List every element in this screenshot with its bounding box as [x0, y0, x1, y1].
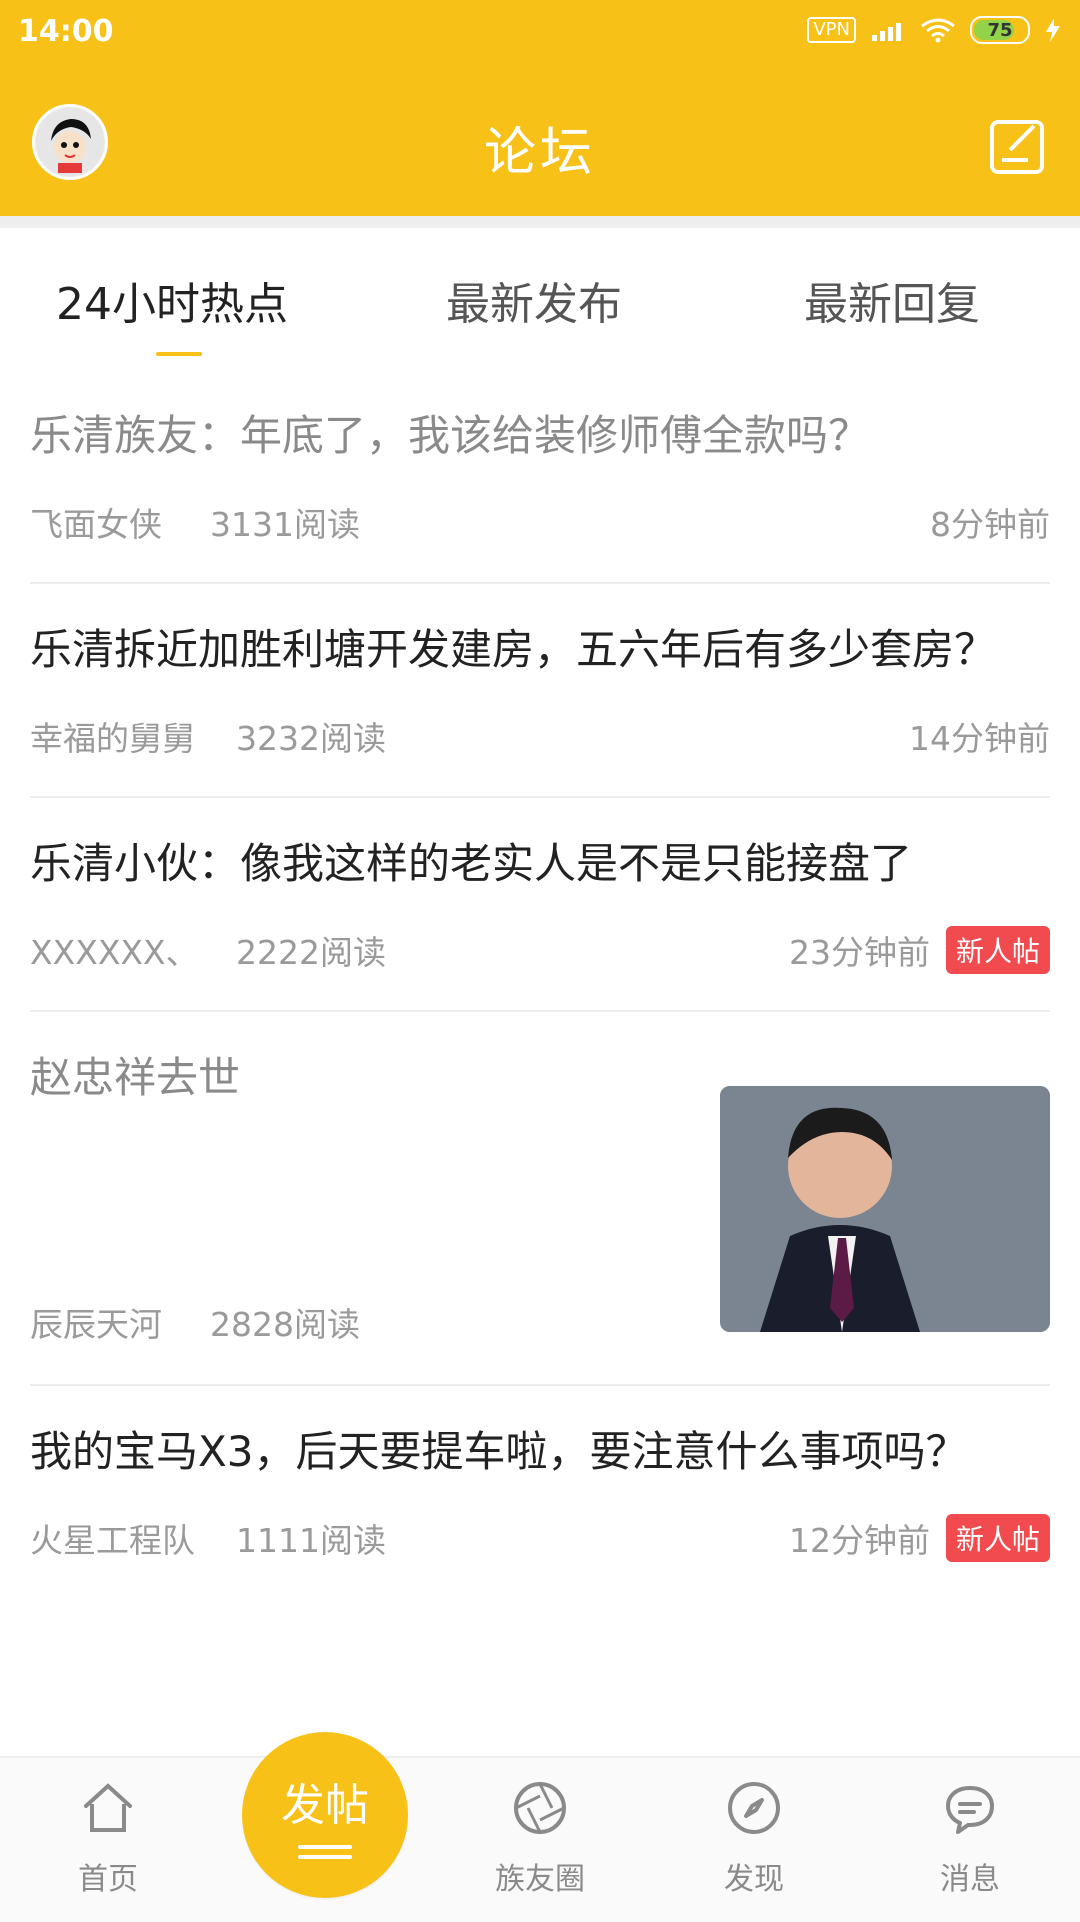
post-fab-label: 发帖 — [281, 1780, 369, 1831]
feed-tabs: 24小时热点 最新发布 最新回复 — [0, 228, 1080, 358]
nav-messages[interactable]: 消息 — [910, 1776, 1030, 1898]
wifi-icon — [921, 18, 955, 43]
post-time: 12分钟前 — [788, 1521, 930, 1560]
post-meta-right: 23分钟前 新人帖 — [789, 926, 1050, 974]
active-tab-indicator — [156, 352, 202, 356]
post-meta-right: 14分钟前 — [909, 712, 1050, 760]
divider — [30, 1384, 1050, 1386]
chat-icon — [946, 1786, 994, 1834]
post-time: 8分钟前 — [930, 505, 1050, 544]
nav-discover-label: 发现 — [724, 1862, 784, 1897]
post-title: 乐清小伙：像我这样的老实人是不是只能接盘了 — [30, 839, 913, 888]
post-reads: 1111阅读 — [236, 1521, 386, 1560]
post-title: 乐清拆近加胜利塘开发建房，五六年后有多少套房？ — [30, 625, 997, 674]
post-title: 我的宝马X3，后天要提车啦，要注意什么事项吗？ — [30, 1427, 968, 1476]
status-time: 14:00 — [18, 14, 114, 49]
post-meta: 辰辰天河 2828阅读 — [30, 1290, 650, 1346]
nav-home[interactable]: 首页 — [48, 1776, 168, 1898]
post-meta: XXXXXX、 2222阅读 23分钟前 新人帖 — [30, 918, 1050, 974]
post-time: 23分钟前 — [788, 933, 930, 972]
nav-messages-label: 消息 — [940, 1862, 1000, 1897]
post-fab-button[interactable]: 发帖 — [242, 1732, 408, 1898]
status-bar: 14:00 VPN 75 — [0, 0, 1080, 72]
battery-icon: 75 — [970, 16, 1030, 44]
post-item[interactable]: 乐清小伙：像我这样的老实人是不是只能接盘了 XXXXXX、 2222阅读 23分… — [0, 834, 1080, 1012]
divider — [30, 796, 1050, 798]
vpn-indicator: VPN — [807, 17, 856, 43]
post-item[interactable]: 赵忠祥去世 辰辰天河 2828阅读 — [0, 1048, 1080, 1386]
portrait-image-icon — [720, 1086, 1050, 1332]
post-author: 幸福的舅舅 — [30, 719, 195, 758]
nav-home-label: 首页 — [78, 1862, 138, 1897]
post-time: 14分钟前 — [909, 719, 1050, 758]
post-reads: 2828阅读 — [210, 1305, 360, 1344]
post-reads: 3232阅读 — [236, 719, 386, 758]
battery-level: 75 — [987, 19, 1013, 41]
home-icon — [84, 1783, 132, 1832]
new-post-badge: 新人帖 — [945, 1514, 1050, 1562]
bottom-navigation: 首页 族友圈 发现 消息 — [0, 1756, 1080, 1922]
tab-latest-replies[interactable]: 最新回复 — [804, 268, 980, 332]
post-item[interactable]: 乐清族友：年底了，我该给装修师傅全款吗？ 飞面女侠 3131阅读 8分钟前 — [0, 406, 1080, 584]
header-divider — [0, 216, 1080, 228]
post-item[interactable]: 我的宝马X3，后天要提车啦，要注意什么事项吗？ 火星工程队 1111阅读 12分… — [0, 1422, 1080, 1562]
top-header: 论坛 — [0, 72, 1080, 216]
fab-lines-icon — [298, 1845, 352, 1859]
post-meta: 火星工程队 1111阅读 12分钟前 新人帖 — [30, 1506, 1050, 1562]
compass-icon — [728, 1782, 780, 1834]
post-title: 赵忠祥去世 — [30, 1053, 241, 1102]
post-reads: 2222阅读 — [236, 933, 386, 972]
post-feed: 乐清族友：年底了，我该给装修师傅全款吗？ 飞面女侠 3131阅读 8分钟前 乐清… — [0, 370, 1080, 1562]
compose-icon[interactable] — [988, 116, 1048, 176]
nav-circle-label: 族友圈 — [495, 1862, 585, 1897]
status-icons: VPN 75 — [807, 16, 1062, 44]
post-title: 乐清族友：年底了，我该给装修师傅全款吗？ — [30, 411, 871, 460]
aperture-icon — [514, 1782, 566, 1834]
post-meta: 幸福的舅舅 3232阅读 14分钟前 — [30, 704, 1050, 760]
new-post-badge: 新人帖 — [945, 926, 1050, 974]
nav-circle[interactable]: 族友圈 — [480, 1776, 600, 1898]
divider — [30, 582, 1050, 584]
post-author: 飞面女侠 — [30, 505, 162, 544]
post-author: XXXXXX、 — [30, 933, 199, 972]
charging-icon — [1046, 18, 1060, 42]
signal-icon — [872, 23, 901, 41]
tab-latest-posts[interactable]: 最新发布 — [446, 268, 622, 332]
tab-24h-hot[interactable]: 24小时热点 — [56, 268, 288, 332]
post-meta-right: 12分钟前 新人帖 — [789, 1514, 1050, 1562]
post-author: 辰辰天河 — [30, 1305, 162, 1344]
post-meta-right: 8分钟前 — [930, 498, 1050, 546]
post-item[interactable]: 乐清拆近加胜利塘开发建房，五六年后有多少套房？ 幸福的舅舅 3232阅读 14分… — [0, 620, 1080, 798]
post-meta: 飞面女侠 3131阅读 8分钟前 — [30, 490, 1050, 546]
post-thumbnail — [720, 1086, 1050, 1332]
post-reads: 3131阅读 — [210, 505, 360, 544]
post-author: 火星工程队 — [30, 1521, 195, 1560]
divider — [30, 1010, 1050, 1012]
page-title: 论坛 — [483, 123, 596, 183]
nav-discover[interactable]: 发现 — [694, 1776, 814, 1898]
